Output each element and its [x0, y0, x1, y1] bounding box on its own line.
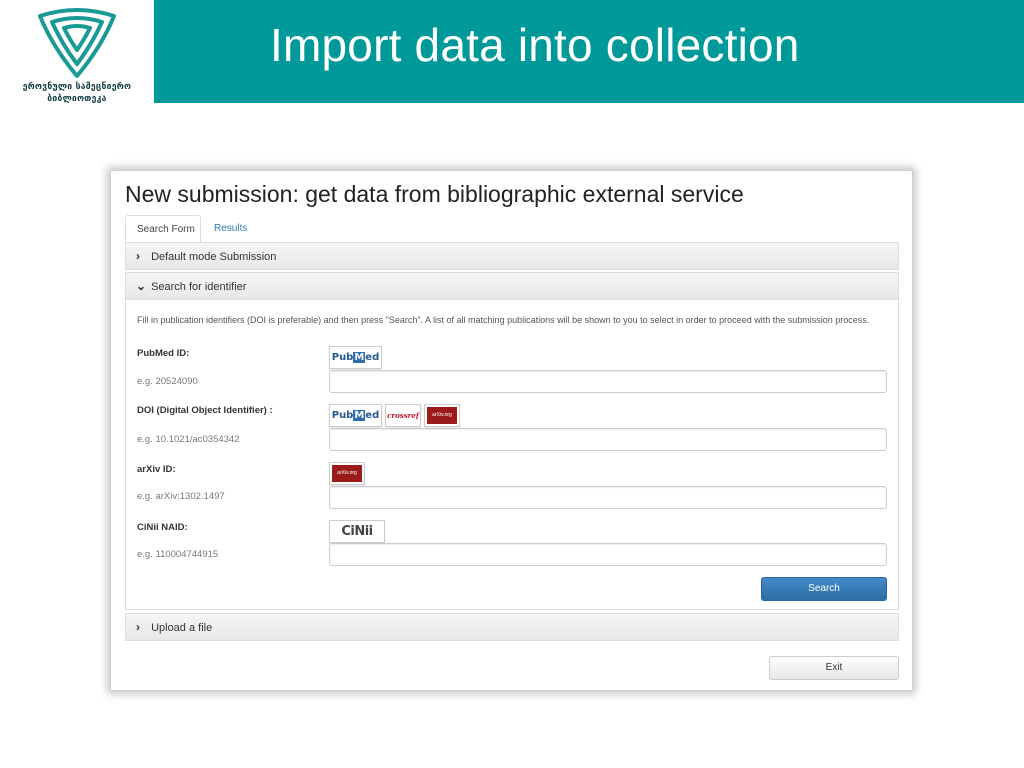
- exit-button[interactable]: Exit: [769, 656, 899, 680]
- instructions-text: Fill in publication identifiers (DOI is …: [137, 315, 870, 325]
- library-logo: ეროვნული სამეცნიერო ბიბლიოთეკა: [0, 0, 154, 104]
- search-identifier-panel: Fill in publication identifiers (DOI is …: [125, 300, 899, 610]
- arxiv-logo: arXiv.org: [329, 462, 365, 485]
- pubmed-logo: PubMed: [329, 346, 382, 369]
- arxiv-logo: arXiv.org: [424, 404, 460, 427]
- accordion-default-mode-label: Default mode Submission: [151, 251, 277, 263]
- pubmed-hint: e.g. 20524090: [137, 376, 198, 387]
- library-name-line1: ეროვნული სამეცნიერო: [22, 82, 132, 92]
- tab-results[interactable]: Results: [203, 215, 258, 243]
- submission-window: New submission: get data from bibliograp…: [110, 170, 913, 691]
- arxiv-label: arXiv ID:: [137, 464, 176, 475]
- title-bar: Import data into collection: [154, 0, 1024, 103]
- accordion-upload-file-label: Upload a file: [151, 622, 213, 634]
- cinii-hint: e.g. 110004744915: [137, 549, 219, 560]
- chevron-right-icon: ›: [136, 620, 140, 634]
- page-title: New submission: get data from bibliograp…: [125, 181, 744, 207]
- cinii-label: CiNii NAID:: [137, 522, 188, 533]
- pubmed-id-input[interactable]: [329, 370, 887, 393]
- accordion-search-identifier-label: Search for identifier: [151, 281, 247, 293]
- doi-label: DOI (Digital Object Identifier) :: [137, 405, 273, 416]
- library-emblem-icon: [38, 8, 116, 78]
- arxiv-id-input[interactable]: [329, 486, 887, 509]
- slide-title: Import data into collection: [270, 19, 800, 71]
- doi-input[interactable]: [329, 428, 887, 451]
- library-name-line2: ბიბლიოთეკა: [47, 94, 107, 104]
- accordion-search-identifier[interactable]: ⌄ Search for identifier: [125, 272, 899, 300]
- accordion: › Default mode Submission ⌄ Search for i…: [125, 242, 899, 642]
- crossref-logo: crossref: [385, 404, 421, 427]
- search-button[interactable]: Search: [761, 577, 887, 601]
- chevron-right-icon: ›: [136, 249, 140, 263]
- cinii-logo: CiNii: [329, 520, 385, 543]
- arxiv-hint: e.g. arXiv:1302.1497: [137, 491, 225, 502]
- accordion-default-mode[interactable]: › Default mode Submission: [125, 242, 899, 270]
- pubmed-logo: PubMed: [329, 404, 382, 427]
- accordion-upload-file[interactable]: › Upload a file: [125, 613, 899, 641]
- tab-search-form[interactable]: Search Form: [125, 215, 201, 243]
- slide: ეროვნული სამეცნიერო ბიბლიოთეკა Import da…: [0, 0, 1024, 768]
- cinii-naid-input[interactable]: [329, 543, 887, 566]
- doi-hint: e.g. 10.1021/ac0354342: [137, 434, 240, 445]
- pubmed-label: PubMed ID:: [137, 348, 190, 359]
- chevron-down-icon: ⌄: [136, 279, 147, 293]
